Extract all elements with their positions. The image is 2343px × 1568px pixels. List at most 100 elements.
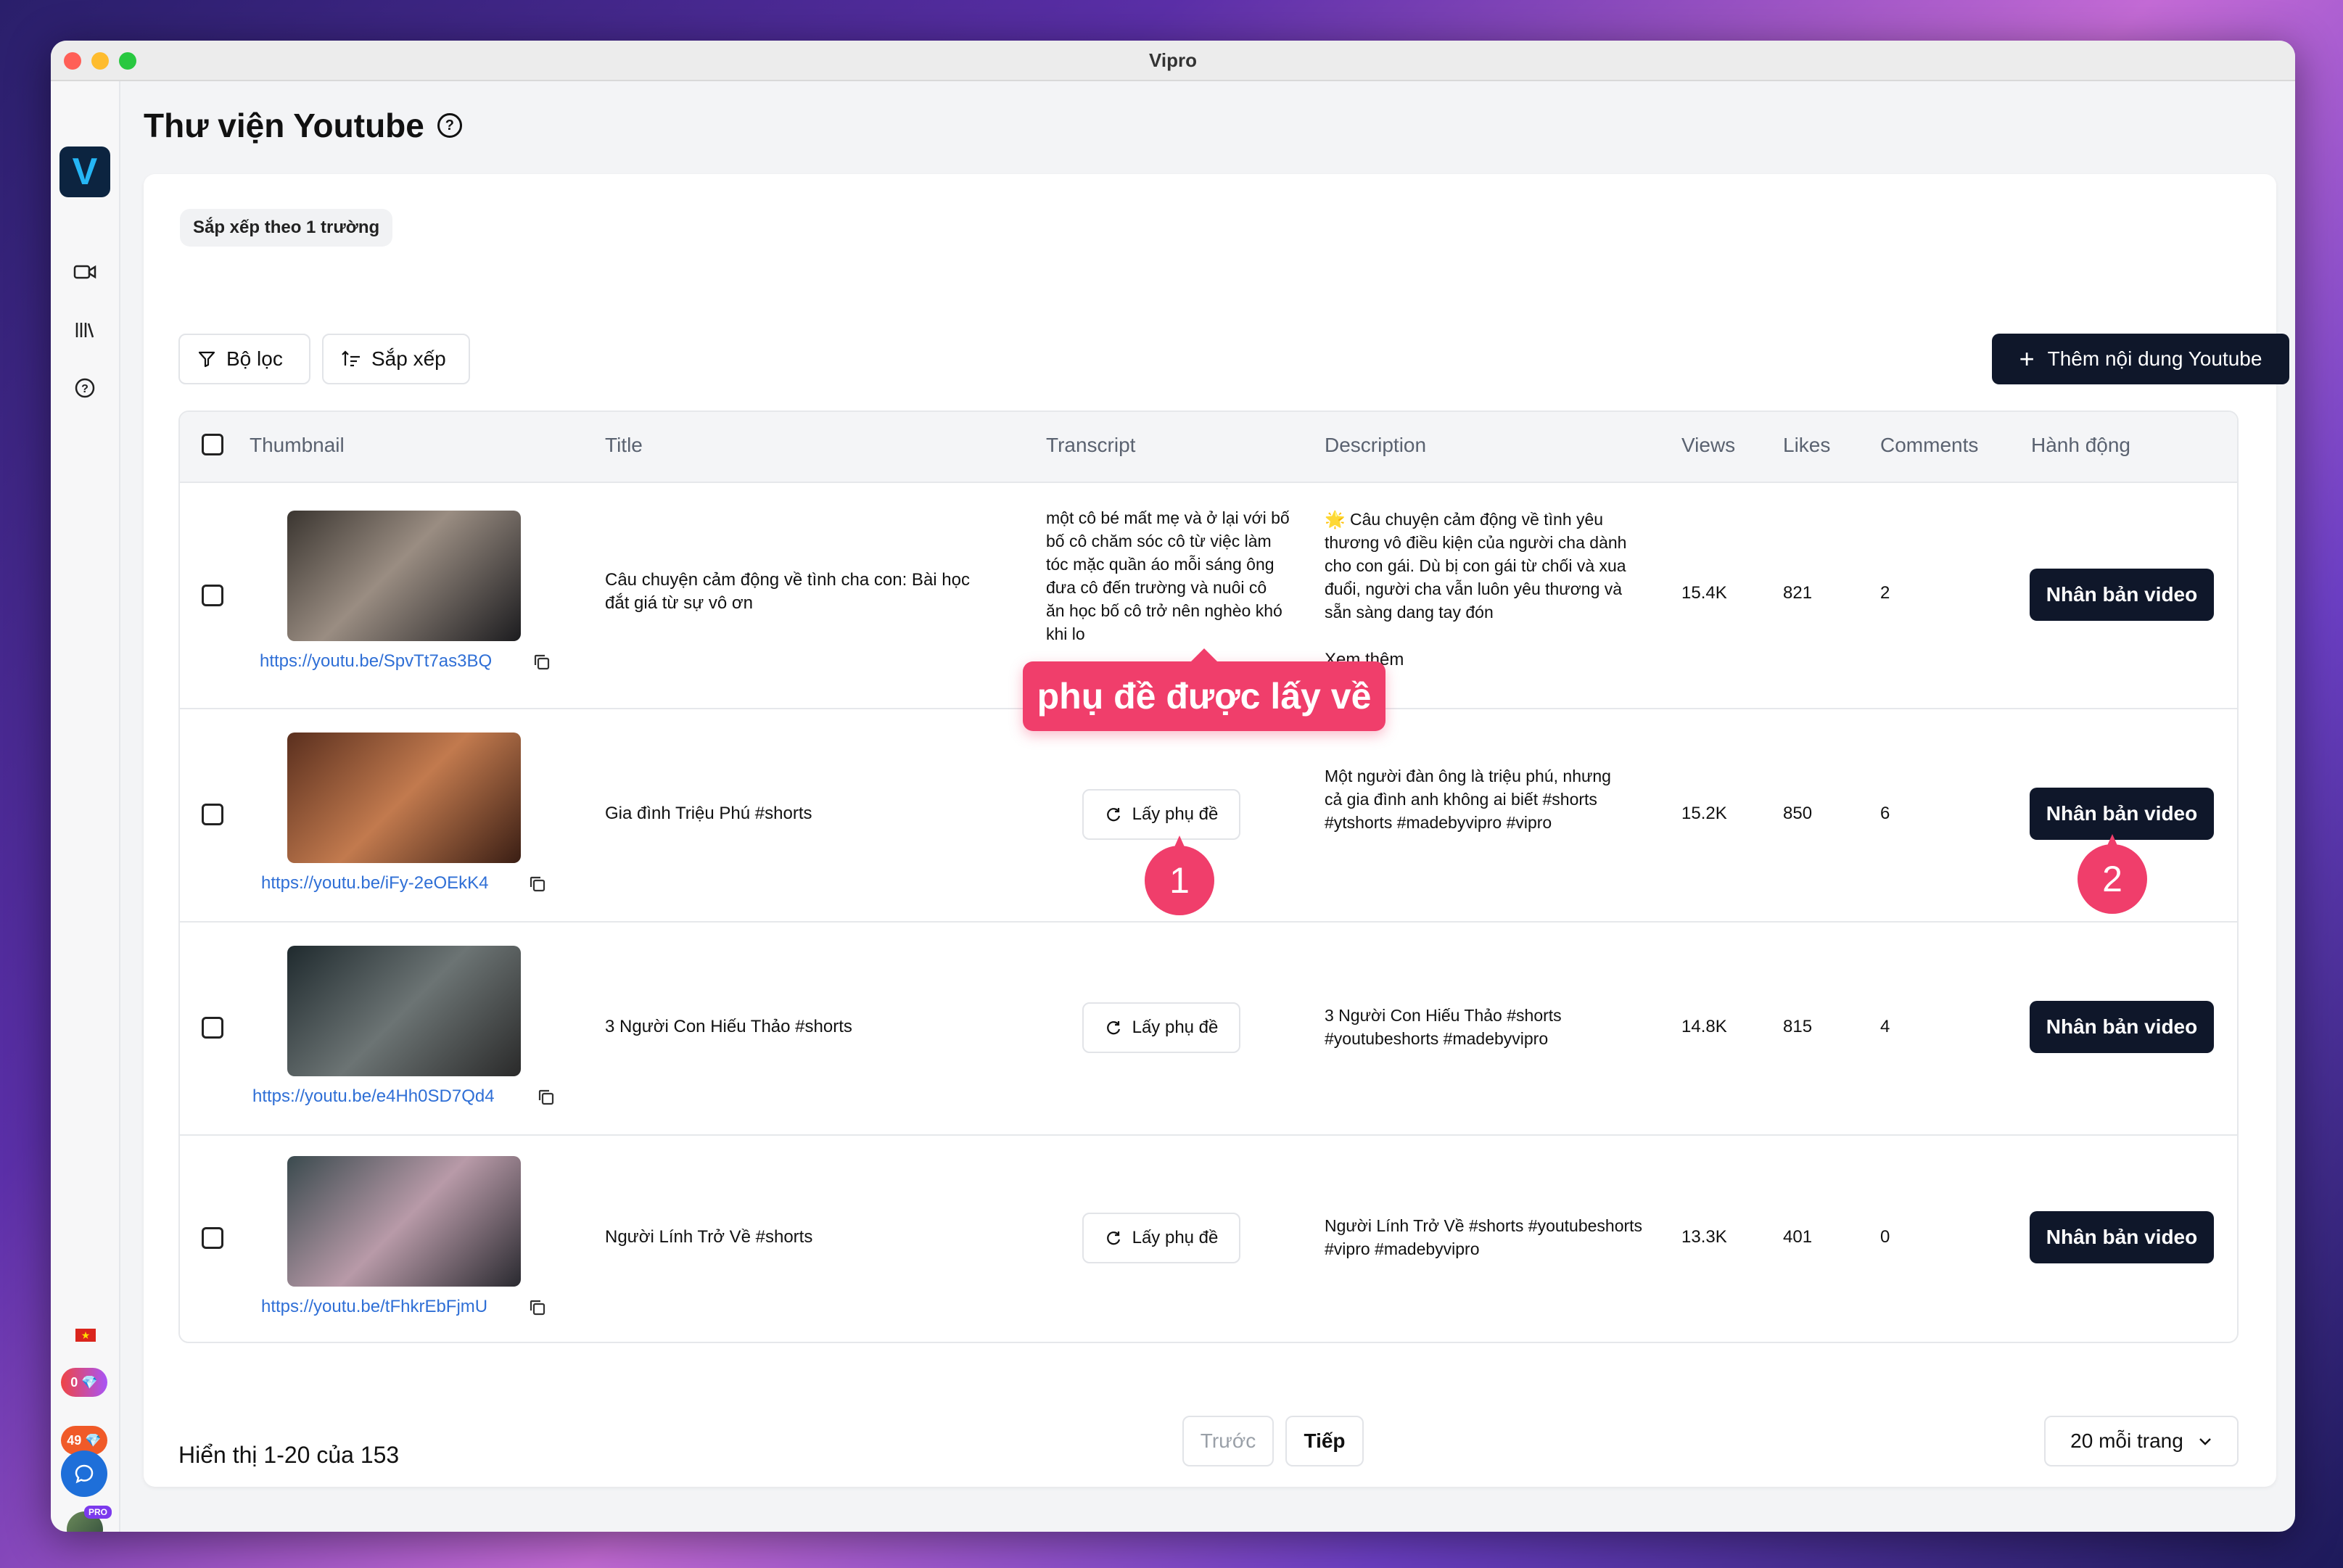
help-icon[interactable]: ? xyxy=(73,376,97,400)
help-circle-icon[interactable]: ? xyxy=(437,113,462,138)
filter-icon xyxy=(198,351,215,368)
row-checkbox[interactable] xyxy=(202,804,223,825)
minimize-window-button[interactable] xyxy=(91,52,109,70)
copy-icon[interactable] xyxy=(537,1088,556,1107)
pagination-summary: Hiển thị 1-20 của 153 xyxy=(178,1442,400,1468)
comments-count: 6 xyxy=(1880,804,1890,823)
likes-count: 401 xyxy=(1783,1227,1813,1247)
clone-video-button[interactable]: Nhân bản video xyxy=(2030,1211,2214,1263)
col-transcript: Transcript xyxy=(1046,434,1136,456)
per-page-value: 20 mỗi trang xyxy=(2070,1429,2183,1452)
likes-count: 815 xyxy=(1783,1017,1813,1036)
add-label: Thêm nội dung Youtube xyxy=(2047,347,2262,370)
video-thumbnail[interactable] xyxy=(287,733,521,863)
get-subtitles-label: Lấy phụ đề xyxy=(1132,804,1219,824)
video-thumbnail[interactable] xyxy=(287,511,521,641)
video-camera-icon[interactable] xyxy=(73,260,97,284)
gems-count: 0 xyxy=(70,1374,78,1390)
gems-badge[interactable]: 0 💎 xyxy=(61,1368,107,1397)
next-page-button[interactable]: Tiếp xyxy=(1285,1416,1364,1466)
description-text: 🌟 Câu chuyện cảm động về tình yêu thương… xyxy=(1325,510,1627,622)
points-count: 49 xyxy=(67,1432,82,1448)
col-actions: Hành động xyxy=(2031,434,2131,456)
views-count: 15.2K xyxy=(1681,804,1727,823)
copy-icon[interactable] xyxy=(528,1298,547,1317)
video-title: Người Lính Trở Về #shorts xyxy=(605,1227,813,1247)
col-title: Title xyxy=(605,434,643,456)
app-logo[interactable]: V xyxy=(59,147,110,197)
col-comments: Comments xyxy=(1880,434,1979,456)
page-title: Thư viện Youtube xyxy=(144,107,424,144)
copy-icon[interactable] xyxy=(528,875,547,894)
views-count: 13.3K xyxy=(1681,1227,1727,1247)
video-link[interactable]: https://youtu.be/iFy-2eOEkK4 xyxy=(261,873,489,894)
sort-chip[interactable]: Sắp xếp theo 1 trường xyxy=(180,209,393,247)
window-title: Vipro xyxy=(1149,49,1197,71)
clone-video-button[interactable]: Nhân bản video xyxy=(2030,788,2214,840)
clone-video-button[interactable]: Nhân bản video xyxy=(2030,569,2214,621)
annotation-callout: phụ đề được lấy về xyxy=(1023,648,1385,731)
video-title: Câu chuyện cảm động về tình cha con: Bài… xyxy=(605,570,970,613)
filter-label: Bộ lọc xyxy=(226,347,283,370)
col-description: Description xyxy=(1325,434,1427,456)
row-checkbox[interactable] xyxy=(202,585,223,606)
pro-badge: PRO xyxy=(84,1506,112,1519)
page-title-wrap: Thư viện Youtube ? xyxy=(144,106,462,145)
get-subtitles-button[interactable]: Lấy phụ đề xyxy=(1082,1213,1240,1263)
sort-label: Sắp xếp xyxy=(371,347,446,370)
copy-icon[interactable] xyxy=(532,653,551,672)
comments-count: 2 xyxy=(1880,583,1890,603)
filter-button[interactable]: Bộ lọc xyxy=(178,334,310,384)
chat-button[interactable] xyxy=(61,1451,107,1497)
annotation-step-2: 2 xyxy=(2078,834,2147,914)
get-subtitles-button[interactable]: Lấy phụ đề xyxy=(1082,1002,1240,1053)
col-thumbnail: Thumbnail xyxy=(250,434,345,456)
diamond-icon: 💎 xyxy=(81,1432,102,1448)
description-text: Người Lính Trở Về #shorts #youtubeshorts… xyxy=(1325,1216,1643,1258)
row-checkbox[interactable] xyxy=(202,1227,223,1249)
comments-count: 4 xyxy=(1880,1017,1890,1036)
per-page-select[interactable]: 20 mỗi trang xyxy=(2044,1416,2239,1466)
row-checkbox[interactable] xyxy=(202,1017,223,1039)
table-row: https://youtu.be/e4Hh0SD7Qd4 3 Người Con… xyxy=(180,921,2237,1136)
sort-icon xyxy=(342,350,360,367)
close-window-button[interactable] xyxy=(64,52,81,70)
video-link[interactable]: https://youtu.be/tFhkrEbFjmU xyxy=(261,1297,487,1317)
video-title: Gia đình Triệu Phú #shorts xyxy=(605,804,812,823)
get-subtitles-label: Lấy phụ đề xyxy=(1132,1018,1219,1037)
video-link[interactable]: https://youtu.be/e4Hh0SD7Qd4 xyxy=(252,1086,495,1107)
video-title: 3 Người Con Hiếu Thảo #shorts xyxy=(605,1017,852,1036)
sidebar: V ? ★ 0 💎 49 💎 PRO xyxy=(51,81,120,1532)
add-youtube-content-button[interactable]: + Thêm nội dung Youtube xyxy=(1992,334,2289,384)
app-window: Vipro V ? ★ 0 💎 49 💎 PRO Thư viện Youtub… xyxy=(51,41,2295,1532)
refresh-icon xyxy=(1106,1231,1120,1245)
prev-page-button[interactable]: Trước xyxy=(1182,1416,1274,1466)
title-bar: Vipro xyxy=(51,41,2295,81)
clone-video-button[interactable]: Nhân bản video xyxy=(2030,1001,2214,1053)
zoom-window-button[interactable] xyxy=(119,52,136,70)
likes-count: 850 xyxy=(1783,804,1813,823)
table-row: https://youtu.be/tFhkrEbFjmU Người Lính … xyxy=(180,1134,2237,1342)
video-thumbnail[interactable] xyxy=(287,1156,521,1287)
plus-icon: + xyxy=(2019,344,2035,374)
description-text: Một người đàn ông là triệu phú, nhưng cả… xyxy=(1325,767,1611,832)
refresh-icon xyxy=(1106,1021,1120,1035)
table-header: Thumbnail Title Transcript Description V… xyxy=(180,412,2237,483)
sort-button[interactable]: Sắp xếp xyxy=(322,334,470,384)
comments-count: 0 xyxy=(1880,1227,1890,1247)
video-link[interactable]: https://youtu.be/SpvTt7as3BQ xyxy=(260,651,492,672)
views-count: 14.8K xyxy=(1681,1017,1727,1036)
get-subtitles-button[interactable]: Lấy phụ đề xyxy=(1082,789,1240,840)
refresh-icon xyxy=(1106,808,1120,822)
library-icon[interactable] xyxy=(73,318,97,342)
content-card: Sắp xếp theo 1 trường Bộ lọc Sắp xếp + T… xyxy=(144,174,2289,1487)
gem-icon: 💎 xyxy=(78,1374,98,1390)
language-flag-icon[interactable]: ★ xyxy=(75,1329,96,1342)
svg-text:?: ? xyxy=(81,383,88,395)
select-all-checkbox[interactable] xyxy=(202,434,223,455)
col-likes: Likes xyxy=(1783,434,1831,456)
get-subtitles-label: Lấy phụ đề xyxy=(1132,1228,1219,1247)
description-text: 3 Người Con Hiếu Thảo #shorts #youtubesh… xyxy=(1325,1006,1562,1048)
chevron-down-icon xyxy=(2199,1438,2211,1445)
video-thumbnail[interactable] xyxy=(287,946,521,1076)
